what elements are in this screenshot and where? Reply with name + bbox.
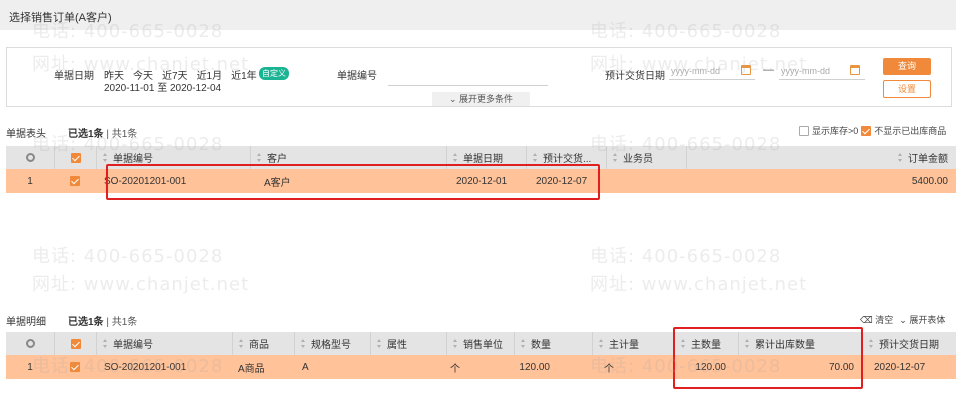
sort-icon [301, 339, 306, 348]
sort-icon [257, 153, 262, 162]
cell-attr [370, 355, 446, 379]
col-amount[interactable]: 订单金额 [876, 146, 956, 169]
cell-product: A商品 [238, 363, 265, 375]
sort-icon [377, 339, 382, 348]
show-stock-checkbox[interactable] [799, 125, 809, 136]
detail-options: ⌫ 清空 ⌄ 展开表体 [860, 313, 945, 326]
expand-body-button[interactable]: ⌄ 展开表体 [899, 313, 945, 326]
sort-icon [103, 339, 108, 348]
col-qty[interactable]: 数量 [514, 332, 592, 355]
sort-icon [453, 153, 458, 162]
cell-amount: 5400.00 [911, 175, 948, 187]
detail-total-count: 共1条 [111, 317, 138, 328]
row-index: 1 [27, 175, 33, 187]
watermark: 电话: 400-665-0028 [32, 21, 224, 42]
watermark: 电话: 400-665-0028 [32, 134, 224, 155]
expand-conditions-label: 展开更多条件 [459, 94, 514, 104]
chevron-down-icon: ⌄ [448, 94, 460, 104]
highlight-box [106, 164, 600, 200]
watermark: 电话: 400-665-0028 [590, 21, 782, 42]
sort-icon [533, 153, 538, 162]
sort-icon [239, 339, 244, 348]
watermark: 电话: 400-665-0028 [590, 356, 782, 377]
calendar-icon[interactable] [850, 65, 860, 75]
detail-selected-count: 已选1条 [68, 317, 104, 328]
clear-button[interactable]: ⌫ 清空 [860, 313, 893, 326]
header-options: 显示库存>0 不显示已出库商品 [799, 124, 946, 137]
row-select-cell [54, 169, 96, 193]
detail-selection-info: 已选1条 | 共1条 [68, 317, 138, 328]
col-product[interactable]: 商品 [232, 332, 294, 355]
gear-icon[interactable] [25, 339, 35, 348]
eraser-icon: ⌫ [860, 315, 873, 325]
watermark: 网址: www.chanjet.net [590, 54, 808, 75]
col-spec[interactable]: 规格型号 [294, 332, 370, 355]
sort-icon [521, 339, 526, 348]
cell-qty: 120.00 [519, 361, 550, 373]
query-button[interactable]: 查询 [883, 58, 931, 75]
detail-section-title: 单据明细 [6, 317, 46, 328]
show-stock-label: 显示库存>0 [812, 126, 859, 136]
date-range-text: 2020-11-01 至 2020-12-04 [104, 83, 222, 94]
doc-no-label: 单据编号 [337, 71, 377, 82]
watermark: 电话: 400-665-0028 [32, 246, 224, 267]
cell-delivery: 2020-12-07 [874, 361, 926, 373]
settings-button[interactable]: 设置 [883, 80, 931, 98]
col-delivery[interactable]: 预计交货日期 [862, 332, 956, 355]
custom-range-badge[interactable]: 自定义 [259, 67, 289, 80]
watermark: 电话: 400-665-0028 [32, 356, 224, 377]
sort-icon [599, 339, 604, 348]
hide-shipped-label: 不显示已出库商品 [874, 126, 947, 136]
hide-shipped-checkbox[interactable] [861, 125, 872, 136]
cell-salesman [606, 169, 686, 193]
delivery-end-underline [779, 79, 865, 80]
row-checkbox[interactable] [70, 176, 80, 186]
cell-spec: A [302, 361, 309, 373]
col-unit[interactable]: 销售单位 [446, 332, 514, 355]
select-all-checkbox[interactable] [70, 338, 81, 349]
watermark: 网址: www.chanjet.net [32, 274, 250, 295]
watermark: 网址: www.chanjet.net [32, 54, 250, 75]
sort-icon [453, 339, 458, 348]
watermark: 电话: 400-665-0028 [590, 134, 782, 155]
watermark: 电话: 400-665-0028 [590, 246, 782, 267]
sort-icon [869, 339, 874, 348]
chevron-down-icon: ⌄ [899, 315, 907, 325]
watermark: 网址: www.chanjet.net [590, 274, 808, 295]
col-attr[interactable]: 属性 [370, 332, 446, 355]
doc-no-input[interactable] [388, 85, 548, 86]
expand-conditions-button[interactable]: ⌄ 展开更多条件 [432, 92, 530, 106]
sort-icon [898, 153, 903, 162]
delivery-start-underline [669, 79, 755, 80]
